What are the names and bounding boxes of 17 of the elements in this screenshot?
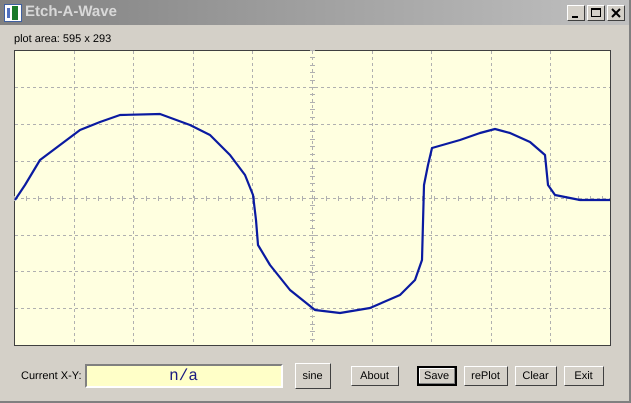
action-button[interactable]: rePlot	[464, 366, 508, 386]
app-icon	[4, 4, 22, 22]
action-button[interactable]: Save	[416, 366, 457, 386]
action-button[interactable]: Clear	[514, 366, 557, 386]
readout-field: n/a	[84, 364, 283, 388]
action-button[interactable]: About	[350, 366, 399, 386]
minimize-button[interactable]	[567, 4, 585, 20]
readout-label: Current X-Y:	[21, 368, 82, 384]
maximize-button[interactable]	[587, 4, 605, 20]
close-button[interactable]	[607, 4, 625, 20]
close-icon	[611, 8, 621, 18]
maximize-icon	[591, 8, 601, 16]
window-title: Etch-A-Wave	[25, 2, 117, 22]
action-button[interactable]: sine	[294, 363, 331, 389]
plot-size-label: plot area: 595 x 293	[14, 32, 112, 46]
minimize-icon	[572, 16, 578, 18]
action-button[interactable]: Exit	[564, 366, 604, 386]
